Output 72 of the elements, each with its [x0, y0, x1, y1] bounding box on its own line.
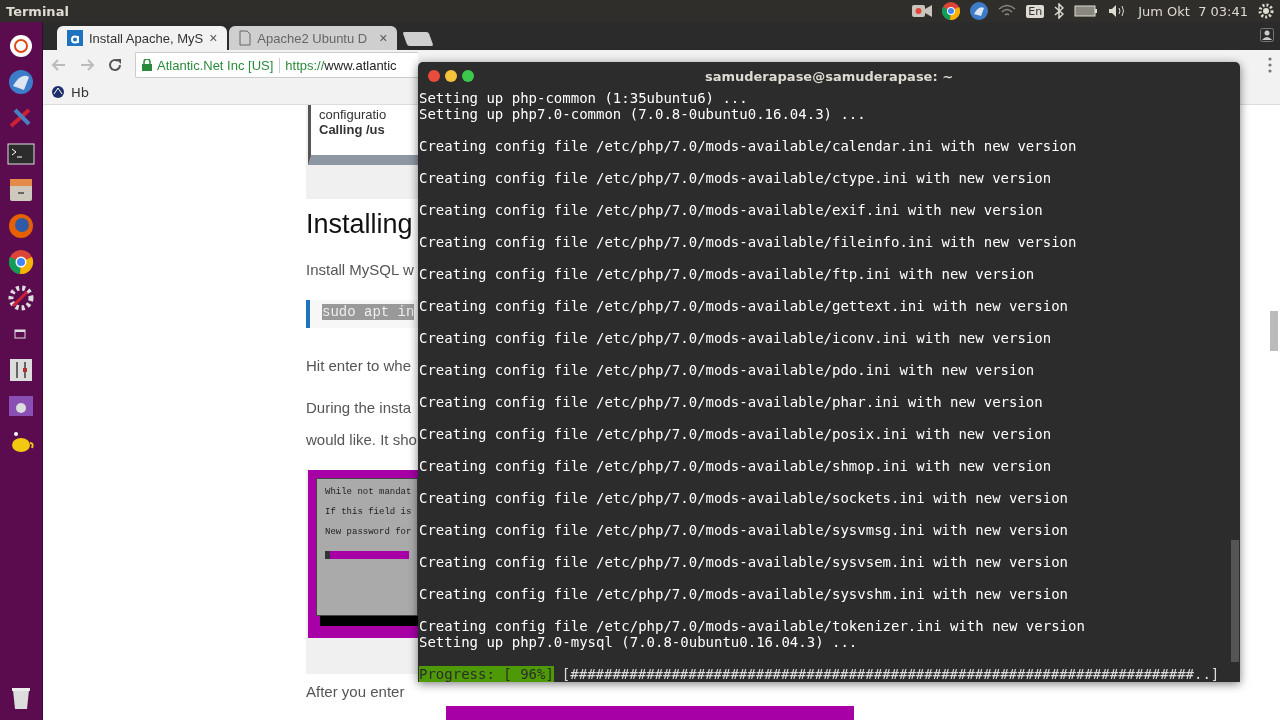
close-button[interactable]	[428, 70, 440, 82]
close-tab-button[interactable]: ×	[379, 30, 388, 46]
terminal-line: Creating config file /etc/php/7.0/mods-available/gettext.ini with new version	[419, 298, 1069, 314]
site-identity: Atlantic.Net Inc [US]	[157, 57, 281, 73]
browser-tab[interactable]: Install Apache, MyS ×	[57, 26, 228, 50]
dialog-text: While not mandat	[325, 487, 412, 497]
ubuntu-logo-icon[interactable]	[7, 32, 35, 60]
bookmark-favicon-icon	[51, 85, 65, 99]
terminal-icon[interactable]	[7, 140, 35, 168]
dialog-text: If this field is	[325, 507, 412, 517]
paragraph: During the insta would like. It sho	[306, 398, 417, 450]
wifi-icon[interactable]	[998, 4, 1017, 18]
code-text: sudo apt in	[322, 304, 415, 320]
terminal-line: Creating config file /etc/php/7.0/mods-available/phar.ini with new version	[419, 394, 1044, 410]
chrome-icon[interactable]	[7, 248, 35, 276]
terminal-line: Setting up php7.0-common (7.0.8-0ubuntu0.16.04.3) ...	[419, 106, 867, 122]
scrollbar-thumb[interactable]	[1231, 540, 1239, 662]
profile-icon[interactable]	[1260, 28, 1274, 42]
paragraph: Install MySQL w	[306, 260, 414, 280]
terminal-line: Creating config file /etc/php/7.0/mods-available/sockets.ini with new version	[419, 490, 1069, 506]
camera-icon[interactable]	[912, 4, 933, 18]
terminal-line: Creating config file /etc/php/7.0/mods-available/exif.ini with new version	[419, 202, 1044, 218]
menu-icon[interactable]	[1268, 57, 1272, 73]
terminal-line: Creating config file /etc/php/7.0/mods-available/ftp.ini with new version	[419, 266, 1036, 282]
browser-tab[interactable]: Apache2 Ubuntu D ×	[229, 26, 398, 50]
maximize-button[interactable]	[462, 70, 474, 82]
lock-icon	[142, 59, 152, 71]
reload-icon[interactable]	[107, 57, 123, 73]
paragraph: Hit enter to whe	[306, 356, 412, 376]
terminal-line: Creating config file /etc/php/7.0/mods-available/iconv.ini with new version	[419, 330, 1053, 346]
window-title: samuderapase@samuderapase: ~	[703, 68, 955, 84]
firefox-icon[interactable]	[7, 212, 35, 240]
bookmark[interactable]: Hb	[51, 84, 90, 100]
terminal-line: Creating config file /etc/php/7.0/mods-available/tokenizer.ini with new version	[419, 618, 1086, 634]
terminal-line: Setting up php-common (1:35ubuntu6) ...	[419, 90, 749, 106]
minimize-button[interactable]	[445, 70, 457, 82]
terminal-line: Creating config file /etc/php/7.0/mods-available/ctype.ini with new version	[419, 170, 1053, 186]
mixer-icon[interactable]	[7, 356, 35, 384]
keyboard-indicator[interactable]: En	[1026, 4, 1045, 18]
power-gear-icon[interactable]	[1258, 3, 1274, 19]
terminal-line: Creating config file /etc/php/7.0/mods-available/pdo.ini with new version	[419, 362, 1036, 378]
terminal-line: Creating config file /etc/php/7.0/mods-available/calendar.ini with new version	[419, 138, 1078, 154]
terminal-line: Creating config file /etc/php/7.0/mods-available/shmop.ini with new version	[419, 458, 1053, 474]
dialog-text: New password for	[325, 527, 412, 537]
progress-bar-text: [##########################################################################..]	[561, 666, 1220, 682]
bluetooth-icon[interactable]	[1054, 3, 1065, 19]
section-heading: Installing	[306, 209, 413, 240]
document-icon	[239, 30, 252, 46]
terminal-line: Creating config file /etc/php/7.0/mods-available/sysvsem.ini with new version	[419, 554, 1069, 570]
settings-icon[interactable]	[7, 284, 35, 312]
address-bar[interactable]: Atlantic.Net Inc [US] https://www.atlantic	[135, 52, 418, 78]
globe-icon[interactable]	[7, 68, 35, 96]
url-text: https://www.atlantic	[285, 57, 397, 73]
site-favicon-icon	[67, 30, 83, 46]
globe-icon[interactable]	[970, 2, 989, 20]
chrome-icon[interactable]	[942, 2, 961, 20]
battery-icon[interactable]	[1074, 5, 1099, 17]
new-tab-button[interactable]	[402, 32, 434, 46]
terminal-line: Creating config file /etc/php/7.0/mods-available/sysvmsg.ini with new version	[419, 522, 1069, 538]
snippet-line: Calling /us	[319, 122, 385, 137]
paragraph: After you enter	[306, 682, 405, 702]
clock[interactable]: Jum Okt 7 03:41	[1138, 3, 1248, 19]
scrollbar-thumb[interactable]	[1270, 311, 1278, 351]
close-tab-button[interactable]: ×	[209, 30, 218, 46]
terminal-line: Creating config file /etc/php/7.0/mods-available/posix.ini with new version	[419, 426, 1053, 442]
terminal-line: Setting up php7.0-mysql (7.0.8-0ubuntu0.16.04.3) ...	[419, 634, 859, 650]
terminal-line: Creating config file /etc/php/7.0/mods-available/fileinfo.ini with new version	[419, 234, 1078, 250]
app-title: Terminal	[6, 3, 69, 19]
progress-label: Progress: [ 96%]	[419, 666, 554, 682]
snippet-line: configuratio	[319, 107, 387, 122]
file-cabinet-icon[interactable]	[7, 176, 35, 204]
terminal-line: Creating config file /etc/php/7.0/mods-available/sysvshm.ini with new version	[419, 586, 1069, 602]
